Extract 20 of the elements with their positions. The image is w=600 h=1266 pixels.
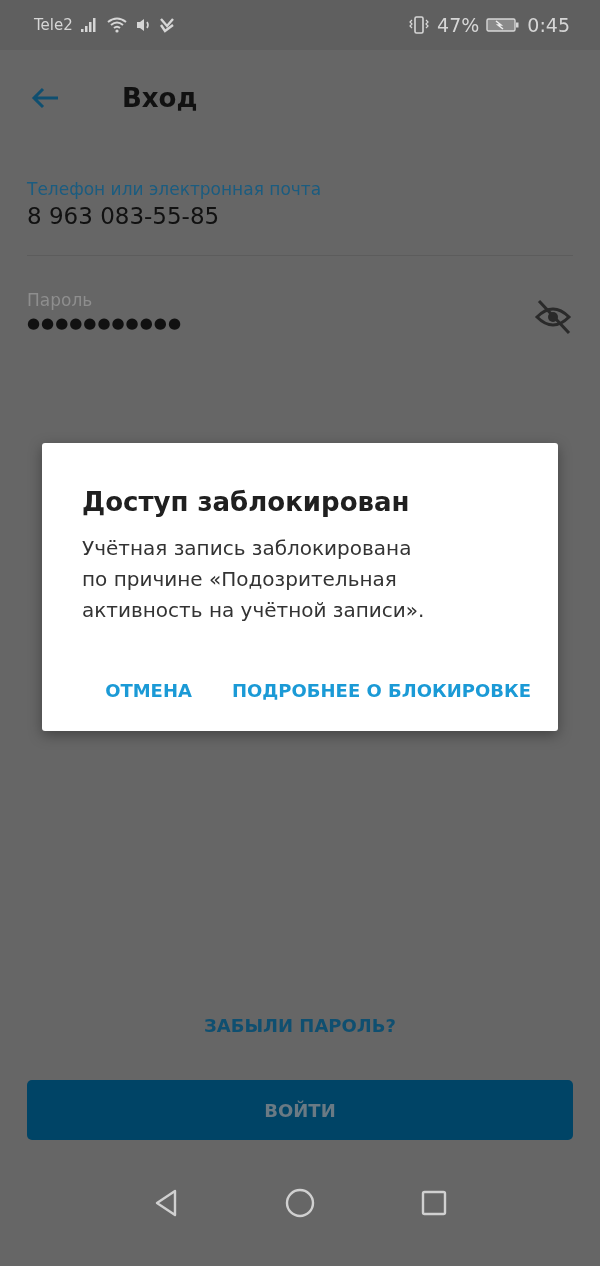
speaker-icon: [135, 17, 152, 33]
dialog-action-button[interactable]: ОТМЕНА: [105, 674, 192, 707]
wifi-icon: [106, 17, 129, 33]
field-value: 8 963 083-55-85: [27, 202, 221, 231]
dialog-message: Учётная запись заблокирована по причине «Подозрительная активность на учётной записи».: [82, 535, 426, 624]
battery-percent: 47%: [437, 14, 480, 36]
carrier-name: Tele2: [34, 16, 73, 34]
hide-password-icon[interactable]: [533, 297, 573, 337]
screen-title: Вход: [122, 82, 198, 113]
dialog-action-button[interactable]: ПОДРОБНЕЕ О БЛОКИРОВКЕ: [231, 674, 531, 707]
dialog-title: Доступ заблокирован: [82, 487, 411, 517]
battery-charging-icon: [486, 17, 521, 33]
field-label: Телефон или электронная почта: [27, 179, 323, 199]
password-dots: ●●●●●●●●●●●: [27, 313, 183, 334]
recents-nav-icon[interactable]: [419, 1188, 449, 1218]
home-nav-icon[interactable]: [285, 1188, 315, 1218]
app-notification-icon: [158, 17, 175, 33]
vibrate-icon: [408, 16, 431, 34]
phone-input-field[interactable]: Телефон или электронная почта 8 963 083-55-85: [27, 145, 573, 256]
clock: 0:45: [527, 14, 570, 36]
